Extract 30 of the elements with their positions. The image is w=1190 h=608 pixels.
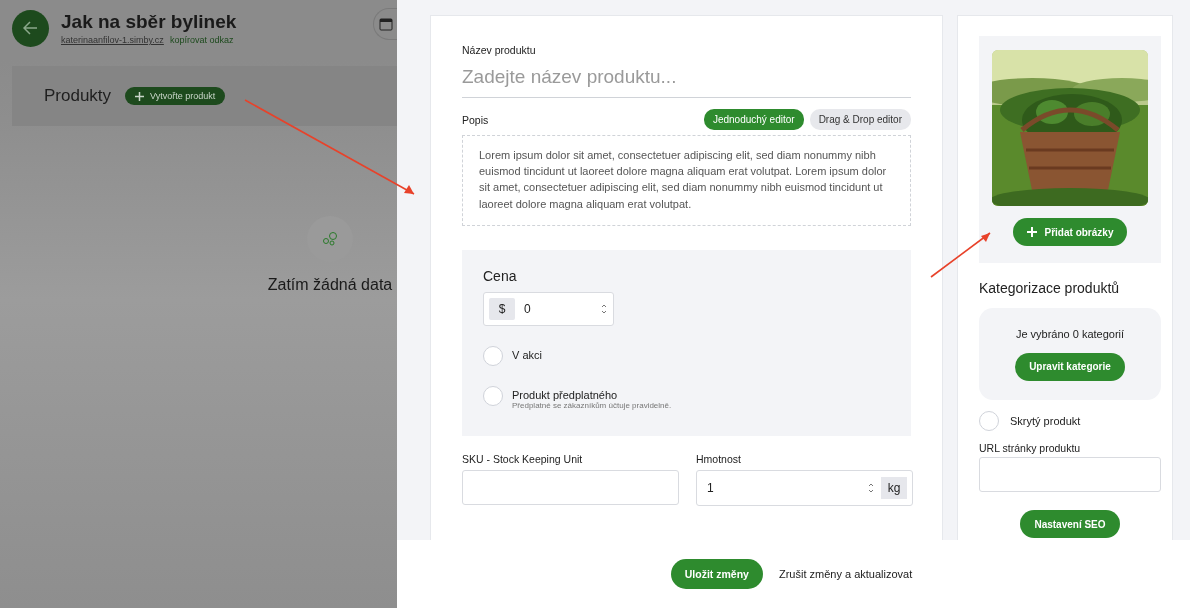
option-label: Skrytý produkt xyxy=(1010,415,1081,427)
seo-settings-button[interactable]: Nastavení SEO xyxy=(1020,510,1120,538)
price-field[interactable]: $ 0 xyxy=(483,291,614,326)
page-title: Jak na sběr bylinek xyxy=(61,11,238,33)
site-link[interactable]: katerinaanfilov-1.simby.cz xyxy=(61,35,164,45)
edit-categories-button[interactable]: Upravit kategorie xyxy=(1015,352,1125,381)
field-label: Název produktu xyxy=(462,44,537,56)
field-label: SKU - Stock Keeping Unit xyxy=(462,452,584,465)
add-images-button[interactable]: Přidat obrázky xyxy=(1012,218,1128,246)
section-title: Produkty xyxy=(44,86,112,106)
create-product-button[interactable]: Vytvořte produkt xyxy=(125,87,226,105)
field-label: URL stránky produktu xyxy=(979,442,1082,454)
empty-state-text: Zatím žádná data xyxy=(267,276,393,294)
editor-tab[interactable]: Jednoduchý editor xyxy=(703,109,804,130)
copy-link[interactable]: kopírovat odkaz xyxy=(169,35,234,45)
weight-field[interactable]: 1 kg xyxy=(696,469,913,506)
save-button[interactable]: Uložit změny xyxy=(670,559,763,589)
option-hint: Předplatné se zákazníkům účtuje pravidelně. xyxy=(512,400,672,410)
field-label: Hmotnost xyxy=(696,452,742,465)
cancel-link[interactable]: Zrušit změny a aktualizovat xyxy=(778,568,913,580)
field-label: Popis xyxy=(462,113,489,126)
section-title: Kategorizace produktů xyxy=(979,280,1121,296)
section-title: Cena xyxy=(483,267,518,284)
description-editor[interactable]: Lorem ipsum dolor sit amet, consectetuer adipiscing elit, sed diam nonummy nibh euismod tincidunt ut laoreet dolore magna aliquam erat volutpat. Lorem ipsum dolor sit amet, consectetuer adipiscing elit, sed diam nonummy nibh euismod tincidunt ut laoreet dolore magna aliquam erat volutpat. xyxy=(462,135,911,226)
unit-label: kg xyxy=(881,476,907,499)
option-label: Produkt předplatného xyxy=(512,387,619,401)
currency-label: $ xyxy=(489,297,515,320)
editor-tab[interactable]: Drag & Drop editor xyxy=(809,109,911,130)
option-label: V akci xyxy=(512,347,542,361)
category-count: Je vybráno 0 kategorií xyxy=(1015,327,1125,340)
